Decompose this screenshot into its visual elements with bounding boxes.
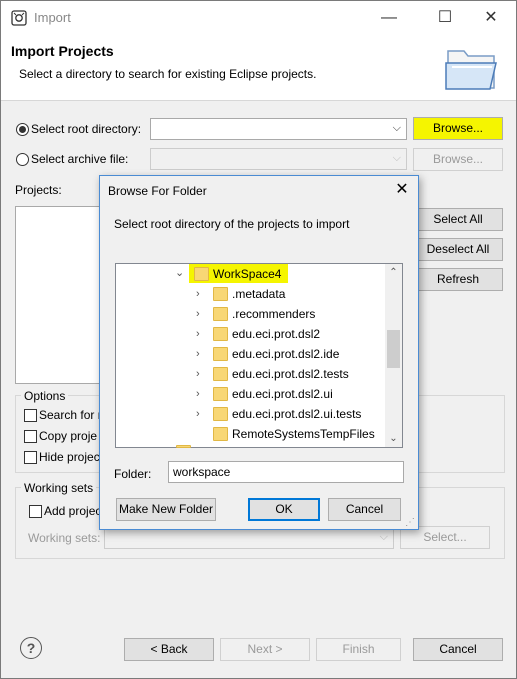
tree-item[interactable]: edu.eci.prot.dsl2.ide <box>232 347 339 367</box>
copy-projects-label: Copy proje <box>39 429 98 443</box>
back-button[interactable]: < Back <box>124 638 214 661</box>
root-directory-combo[interactable]: ⌵ <box>150 118 407 140</box>
folder-icon <box>213 327 228 341</box>
folder-icon <box>213 387 228 401</box>
dialog-cancel-button[interactable]: Cancel <box>328 498 401 521</box>
working-sets-label: Working sets: <box>28 531 101 545</box>
hide-projects-checkbox[interactable] <box>24 451 37 464</box>
scroll-down-icon[interactable]: ⌄ <box>385 430 402 447</box>
working-sets-title: Working sets <box>21 481 97 495</box>
chevron-right-icon[interactable]: › <box>196 388 200 400</box>
folder-icon <box>194 267 209 281</box>
search-nested-checkbox[interactable] <box>24 409 37 422</box>
tree-item[interactable]: .metadata <box>232 287 285 307</box>
root-directory-radio[interactable] <box>16 123 29 136</box>
dialog-title: Browse For Folder <box>108 184 207 198</box>
folder-icon <box>213 367 228 381</box>
options-title: Options <box>21 389 69 403</box>
folder-icon <box>213 347 228 361</box>
make-new-folder-button[interactable]: Make New Folder <box>116 498 216 521</box>
page-description: Select a directory to search for existin… <box>19 67 317 81</box>
chevron-right-icon[interactable]: › <box>196 288 200 300</box>
tree-item[interactable]: edu.eci.prot.dsl2.tests <box>232 367 349 387</box>
folder-icon <box>213 407 228 421</box>
working-sets-combo[interactable]: ⌵ <box>104 527 394 549</box>
tree-item[interactable]: edu.eci.prot.dsl2.ui <box>232 387 333 407</box>
page-title: Import Projects <box>11 43 114 59</box>
folder-icon <box>213 307 228 321</box>
tree-item[interactable]: edu.eci.prot.dsl2 <box>232 327 320 347</box>
add-to-working-set-checkbox[interactable] <box>29 505 42 518</box>
minimize-button[interactable]: — <box>375 7 403 29</box>
tree-item[interactable]: .recommenders <box>232 307 315 327</box>
browse-root-button[interactable]: Browse... <box>413 117 503 140</box>
root-directory-label: Select root directory: <box>31 122 142 136</box>
dialog-ok-button[interactable]: OK <box>248 498 320 521</box>
folder-field-value: workspace <box>173 465 231 479</box>
tree-item[interactable]: RemoteSystemsTempFiles <box>232 427 375 447</box>
chevron-down-icon[interactable]: ⌄ <box>175 266 184 279</box>
refresh-button[interactable]: Refresh <box>413 268 503 291</box>
folder-field[interactable]: workspace <box>168 461 404 483</box>
copy-projects-checkbox[interactable] <box>24 430 37 443</box>
resize-grip-icon[interactable]: ⋰ <box>405 517 416 528</box>
dialog-description: Select root directory of the projects to… <box>114 217 350 231</box>
tree-item-root[interactable]: WorkSpace4 <box>213 267 281 287</box>
chevron-right-icon[interactable]: › <box>196 368 200 380</box>
next-button[interactable]: Next > <box>220 638 310 661</box>
archive-file-radio[interactable] <box>16 153 29 166</box>
projects-label: Projects: <box>15 183 62 197</box>
chevron-down-icon: ⌵ <box>379 531 388 543</box>
finish-button[interactable]: Finish <box>316 638 401 661</box>
hide-projects-label: Hide projec <box>39 450 100 464</box>
folder-field-label: Folder: <box>114 467 152 481</box>
chevron-right-icon[interactable]: › <box>196 408 200 420</box>
maximize-button[interactable]: ☐ <box>431 7 459 29</box>
folder-icon <box>176 445 191 448</box>
chevron-down-icon: ⌵ <box>392 122 401 134</box>
folder-icon <box>213 287 228 301</box>
deselect-all-button[interactable]: Deselect All <box>413 238 503 261</box>
add-to-working-set-label: Add projec <box>44 504 102 518</box>
chevron-right-icon[interactable]: › <box>196 308 200 320</box>
cancel-button[interactable]: Cancel <box>413 638 503 661</box>
chevron-right-icon[interactable]: › <box>196 348 200 360</box>
chevron-right-icon[interactable]: › <box>196 328 200 340</box>
chevron-down-icon: ⌵ <box>392 152 401 164</box>
close-button[interactable]: ✕ <box>477 7 505 29</box>
browse-archive-button[interactable]: Browse... <box>413 148 503 171</box>
select-all-button[interactable]: Select All <box>413 208 503 231</box>
window-title: Import <box>34 10 71 25</box>
dialog-close-button[interactable]: ✕ <box>390 179 414 201</box>
eclipse-app-icon <box>11 10 27 26</box>
archive-file-combo[interactable]: ⌵ <box>150 148 407 170</box>
open-folder-icon <box>445 50 497 90</box>
scroll-up-icon[interactable]: ⌃ <box>385 264 402 281</box>
tree-item[interactable]: edu.eci.prot.dsl2.ui.tests <box>232 407 361 427</box>
folder-icon <box>213 427 228 441</box>
search-nested-label: Search for n <box>39 408 105 422</box>
scrollbar-thumb[interactable] <box>387 330 400 368</box>
archive-file-label: Select archive file: <box>31 152 129 166</box>
help-icon[interactable]: ? <box>20 637 42 659</box>
